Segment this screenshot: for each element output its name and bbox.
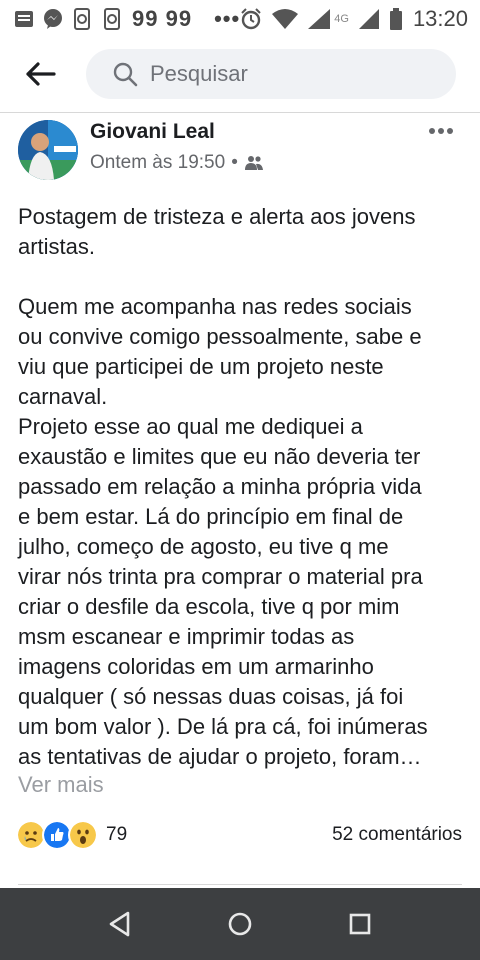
see-more-link[interactable]: Ver mais xyxy=(18,772,104,798)
post-line: passado em relação a minha própria vida xyxy=(18,474,422,499)
post-line: qualquer ( só nessas duas coisas, já foi xyxy=(18,684,404,709)
post-line: viu que participei de um projeto neste xyxy=(18,354,384,379)
battery-icon xyxy=(389,8,402,30)
divider xyxy=(18,884,462,885)
reactions-summary[interactable]: 79 xyxy=(16,820,127,850)
status-bar-right: 4G 13:20 xyxy=(240,6,468,32)
status-bar-left: 99 99 ••• xyxy=(14,6,240,32)
post-line: criar o desfile da escola, tive q por mi… xyxy=(18,594,400,619)
signal-icon-2 xyxy=(358,9,379,29)
sync-icon-2 xyxy=(104,8,120,30)
post-line: virar nós trinta pra comprar o material … xyxy=(18,564,423,589)
alarm-icon xyxy=(241,8,261,30)
signal-icon xyxy=(308,9,331,29)
reaction-count: 79 xyxy=(106,824,128,845)
post-line: as tentativas de ajudar o projeto, foram… xyxy=(18,744,422,769)
post-line: e bem estar. Lá do princípio em final de xyxy=(18,504,404,529)
status-bar: 99 99 ••• 4G 13:20 xyxy=(0,0,480,36)
wifi-icon xyxy=(272,9,299,29)
search-icon xyxy=(113,62,138,87)
network-label: 4G xyxy=(334,13,349,25)
post-line: msm escanear e imprimir todas as xyxy=(18,624,355,649)
back-arrow-icon[interactable] xyxy=(26,62,56,86)
meta-separator: • xyxy=(231,152,238,173)
status-dots: ••• xyxy=(214,6,241,31)
status-number: 99 99 xyxy=(132,6,193,31)
home-circle-icon[interactable] xyxy=(226,910,254,938)
search-bar[interactable]: Pesquisar xyxy=(86,49,456,99)
avatar-image xyxy=(18,120,78,180)
post-body: Postagem de tristeza e alerta aos jovens… xyxy=(18,202,464,772)
avatar[interactable] xyxy=(18,120,78,180)
top-header: Pesquisar xyxy=(0,36,480,113)
post-line: artistas. xyxy=(18,234,96,259)
sync-icon xyxy=(74,8,90,30)
post-line: Projeto esse ao qual me dediquei a xyxy=(18,414,363,439)
post-author[interactable]: Giovani Leal xyxy=(90,120,215,144)
post-line: um bom valor ). De lá pra cá, foi inúmer… xyxy=(18,714,428,739)
recents-square-icon[interactable] xyxy=(346,910,374,938)
back-triangle-icon[interactable] xyxy=(106,910,134,938)
post-line: ou convive comigo pessoalmente, sabe e xyxy=(18,324,422,349)
navigation-bar xyxy=(0,888,480,960)
post-line: julho, começo de agosto, eu tive q me xyxy=(18,534,389,559)
search-placeholder: Pesquisar xyxy=(150,61,248,86)
status-time: 13:20 xyxy=(412,6,468,31)
comments-count-link[interactable]: 52 comentários xyxy=(332,824,462,846)
wow-reaction-icon xyxy=(68,820,98,850)
post-meta: Ontem às 19:50 • xyxy=(90,152,264,174)
post-timestamp[interactable]: Ontem às 19:50 xyxy=(90,152,225,174)
post-line: Postagem de tristeza e alerta aos jovens xyxy=(18,204,416,229)
notification-icon xyxy=(15,11,33,27)
more-options-icon[interactable] xyxy=(428,124,454,138)
post-line: imagens coloridas em um armarinho xyxy=(18,654,374,679)
post-line: Quem me acompanha nas redes sociais xyxy=(18,294,412,319)
messenger-icon xyxy=(44,9,62,29)
post-line: exaustão e limites que eu não deveria te… xyxy=(18,444,421,469)
post-line: carnaval. xyxy=(18,384,108,409)
friends-icon xyxy=(244,156,263,170)
